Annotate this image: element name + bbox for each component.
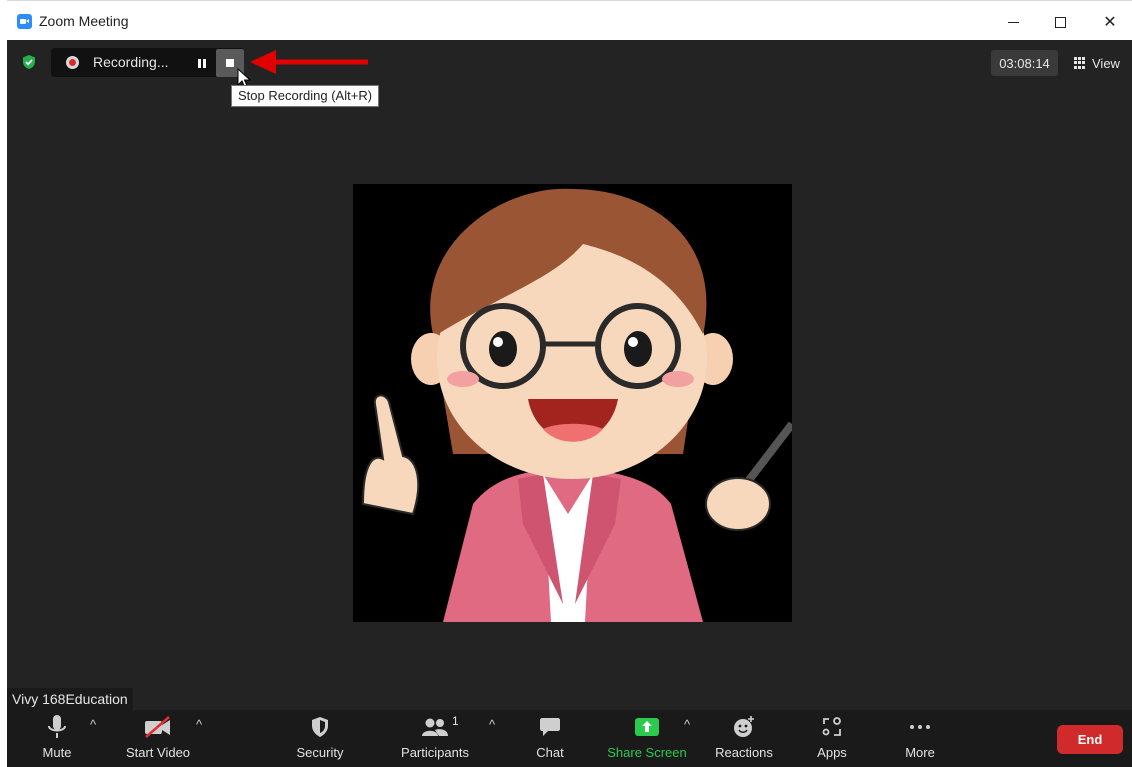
view-button[interactable]: View: [1069, 50, 1127, 76]
participants-icon: [422, 718, 448, 736]
minimize-button[interactable]: [990, 7, 1036, 37]
maximize-icon: [1054, 16, 1066, 28]
recording-dot-icon: [66, 56, 79, 69]
share-options-chevron-up-icon[interactable]: ^: [680, 718, 694, 732]
apps-button[interactable]: Apps: [814, 710, 850, 767]
apps-label: Apps: [817, 745, 847, 760]
zoom-app-icon: [17, 14, 32, 29]
meeting-stage: Recording... Stop Recording (Alt+R) 03:0…: [7, 40, 1132, 710]
more-dots-icon: [910, 725, 930, 729]
mute-label: Mute: [42, 745, 72, 760]
start-video-button[interactable]: Start Video: [122, 710, 194, 767]
encryption-shield-icon[interactable]: [21, 54, 37, 70]
share-screen-label: Share Screen: [607, 745, 687, 760]
view-label: View: [1092, 55, 1120, 71]
pause-recording-button[interactable]: [195, 56, 209, 70]
reactions-smiley-icon: [734, 716, 754, 737]
recording-status: Recording...: [93, 54, 169, 70]
teacher-avatar-image: [361, 188, 792, 622]
participants-label: Participants: [401, 745, 469, 760]
reactions-label: Reactions: [715, 745, 773, 760]
more-button[interactable]: More: [902, 710, 938, 767]
chat-label: Chat: [536, 745, 564, 760]
grid-view-icon: [1074, 57, 1086, 69]
stop-icon: [226, 59, 234, 67]
video-options-chevron-up-icon[interactable]: ^: [192, 718, 206, 732]
share-screen-button[interactable]: Share Screen: [607, 710, 687, 767]
video-off-icon: [145, 716, 170, 738]
security-shield-icon: [312, 717, 328, 737]
participant-name-tag: Vivy 168Education: [7, 688, 133, 710]
participants-options-chevron-up-icon[interactable]: ^: [485, 718, 499, 732]
participants-count: 1: [452, 714, 459, 728]
minimize-icon: [1007, 21, 1019, 23]
maximize-button[interactable]: [1037, 7, 1083, 37]
end-meeting-button[interactable]: End: [1057, 725, 1123, 754]
meeting-timer: 03:08:14: [991, 50, 1058, 76]
start-video-label: Start Video: [125, 745, 191, 760]
mute-button[interactable]: Mute: [37, 710, 77, 767]
share-screen-icon: [635, 718, 659, 736]
meeting-toolbar: Mute ^ Start Video ^ Security 1 Particip…: [7, 710, 1132, 767]
close-button[interactable]: ✕: [1087, 7, 1132, 37]
participants-button[interactable]: 1 Participants: [399, 710, 471, 767]
reactions-button[interactable]: Reactions: [712, 710, 776, 767]
chat-button[interactable]: Chat: [532, 710, 568, 767]
recording-indicator: Recording...: [51, 48, 244, 77]
annotation-arrow-icon: [250, 50, 368, 74]
chat-bubble-icon: [540, 718, 560, 736]
participant-video: [353, 184, 792, 622]
security-label: Security: [296, 745, 344, 760]
security-button[interactable]: Security: [292, 710, 348, 767]
window-title: Zoom Meeting: [39, 13, 129, 29]
audio-options-chevron-up-icon[interactable]: ^: [86, 718, 100, 732]
more-label: More: [905, 745, 935, 760]
title-bar: Zoom Meeting ✕: [7, 0, 1132, 40]
stop-recording-tooltip: Stop Recording (Alt+R): [231, 85, 380, 107]
close-icon: ✕: [1103, 14, 1117, 31]
microphone-icon: [48, 715, 66, 738]
apps-icon: [822, 717, 841, 736]
